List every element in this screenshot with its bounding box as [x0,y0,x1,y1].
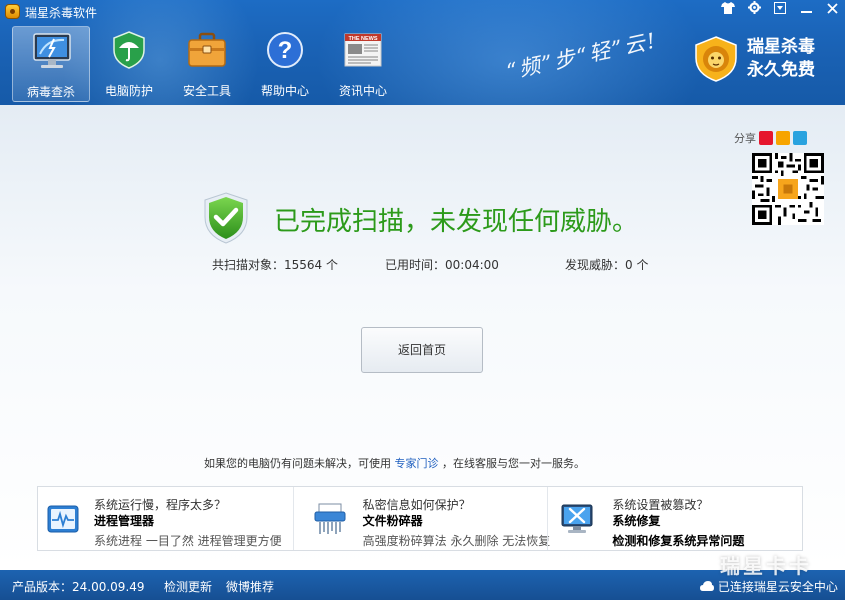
system-repair-icon [561,504,593,533]
header: 瑞星杀毒软件 病毒查杀 电脑防护 安全工具 ? 帮助中心 THE NEWS 资讯… [0,0,845,105]
skin-icon[interactable] [715,0,741,22]
weibo-share-icon[interactable] [759,131,773,145]
tab-protection[interactable]: 电脑防护 [90,26,168,102]
card-process-title: 进程管理器 [94,514,155,528]
card-shredder-question: 私密信息如何保护？ [362,498,471,512]
help-icon: ? [267,32,303,68]
virus-scan-icon [33,33,71,68]
card-shredder-title: 文件粉碎器 [362,514,423,528]
card-repair-title: 系统修复 [612,514,661,528]
cloud-status-text: 已连接瑞星云安全中心 [717,580,838,594]
brand-text: 瑞星杀毒 永久免费 [747,36,815,82]
tab-help[interactable]: ? 帮助中心 [246,26,324,102]
minimize-icon[interactable] [793,0,819,22]
process-manager-icon [47,505,79,533]
tab-protection-label: 电脑防护 [104,84,153,98]
brand-line-1: 瑞星杀毒 [747,37,815,57]
settings-icon[interactable] [741,0,767,22]
card-shredder-desc: 高强度粉碎算法 永久删除 无法恢复 [362,534,551,548]
card-repair-question: 系统设置被篡改？ [612,498,709,512]
card-file-shredder[interactable]: 私密信息如何保护？ 文件粉碎器 高强度粉碎算法 永久删除 无法恢复 [292,487,551,550]
scan-result-panel: 分享 已完成扫描，未发现任何威胁。 共扫描对象：15564 个 已用时间：00:… [0,105,845,570]
tencent-weibo-share-icon[interactable] [776,131,790,145]
product-version: 产品版本：24.00.09.49 [12,580,145,594]
card-system-repair[interactable]: 系统设置被篡改？ 系统修复 检测和修复系统异常问题 [547,487,802,550]
card-repair-desc: 检测和修复系统异常问题 [612,534,745,548]
protection-icon [113,31,145,69]
status-bar: 产品版本：24.00.09.49 检测更新 微博推荐 已连接瑞星云安全中心 [0,570,845,600]
safe-shield-icon [204,192,248,244]
tab-virus-scan[interactable]: 病毒查杀 [12,26,90,102]
close-icon[interactable] [819,0,845,22]
watermark: 瑞星卡卡 [720,554,812,578]
qzone-share-icon[interactable] [793,131,807,145]
window-title: 瑞星杀毒软件 [25,6,98,20]
file-shredder-icon [314,503,346,534]
scanned-objects-stat: 共扫描对象：15564 个 [212,258,338,272]
window-controls [715,0,845,22]
share-bar: 分享 [734,130,807,146]
svg-text:THE NEWS: THE NEWS [348,36,377,42]
news-icon: THE NEWS [344,33,382,67]
title-bar: 瑞星杀毒软件 [0,0,845,24]
svg-text:?: ? [278,37,293,64]
scan-result-headline: 已完成扫描，未发现任何威胁。 [274,207,639,237]
cloud-status: 已连接瑞星云安全中心 [700,578,838,595]
elapsed-time-stat: 已用时间：00:04:00 [385,258,499,272]
back-home-button[interactable]: 返回首页 [361,327,483,373]
app-logo-icon [5,4,20,19]
help-text: 如果您的电脑仍有问题未解决，可使用 专家门诊 ，在线客服与您一对一服务。 [204,455,585,471]
menu-icon[interactable] [767,0,793,22]
share-label: 分享 [734,132,756,145]
check-update-link[interactable]: 检测更新 [164,578,212,595]
tab-news[interactable]: THE NEWS 资讯中心 [324,26,402,102]
card-process-manager[interactable]: 系统运行慢，程序太多？ 进程管理器 系统进程 一目了然 进程管理更方便 [38,487,293,550]
rising-lion-logo-icon [695,36,737,82]
tab-tools-label: 安全工具 [182,84,231,98]
help-text-after: ，在线客服与您一对一服务。 [442,457,585,470]
tab-tools[interactable]: 安全工具 [168,26,246,102]
threats-found-stat: 发现威胁：0 个 [565,258,649,272]
brand-line-2: 永久免费 [747,60,815,80]
toolbox-icon [188,32,226,67]
main-tabs: 病毒查杀 电脑防护 安全工具 ? 帮助中心 THE NEWS 资讯中心 [12,26,402,102]
cloud-icon [700,581,714,591]
tool-recommendations: 系统运行慢，程序太多？ 进程管理器 系统进程 一目了然 进程管理更方便 私密信息… [37,486,803,551]
card-process-question: 系统运行慢，程序太多？ [94,498,227,512]
qr-code-icon [752,153,824,225]
tab-virus-scan-label: 病毒查杀 [26,85,75,99]
help-text-before: 如果您的电脑仍有问题未解决，可使用 [204,457,391,470]
weibo-recommend-link[interactable]: 微博推荐 [226,578,274,595]
card-process-desc: 系统进程 一目了然 进程管理更方便 [94,534,282,548]
tab-help-label: 帮助中心 [260,84,309,98]
tab-news-label: 资讯中心 [338,84,387,98]
expert-clinic-link[interactable]: 专家门诊 [395,457,439,470]
